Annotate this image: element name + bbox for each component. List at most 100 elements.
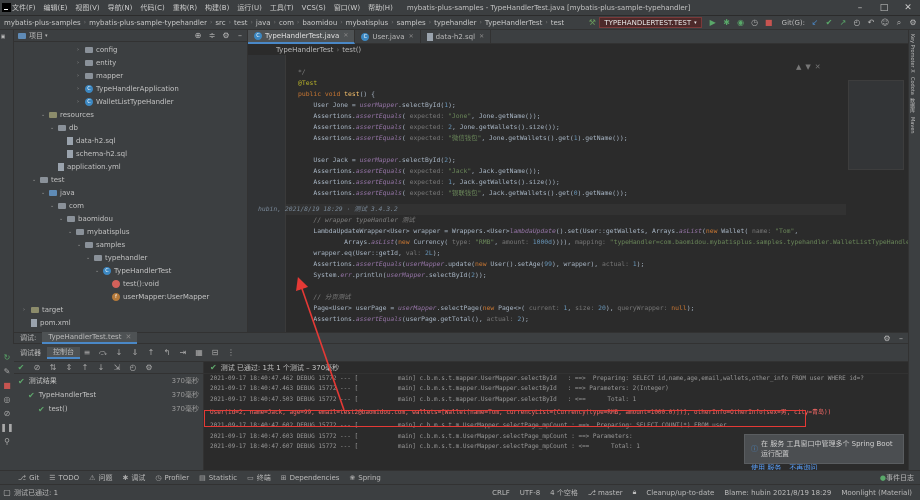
code-line[interactable]: User Jack = userMapper.selectById(2); xyxy=(298,155,455,166)
git-branch-widget[interactable]: master xyxy=(598,489,623,497)
step-over-icon[interactable]: ⤼ xyxy=(96,346,110,360)
close-icon[interactable]: ✕ xyxy=(125,333,131,341)
project-tree-item[interactable]: › mapper xyxy=(14,69,247,82)
test-result-row[interactable]: ✔ 测试结果 370毫秒 xyxy=(14,374,203,388)
project-tree-item[interactable]: data-h2.sql xyxy=(14,134,247,147)
project-tree-item[interactable]: › target xyxy=(14,303,247,316)
tool-window-button[interactable]: ▤ Statistic xyxy=(199,474,237,482)
project-tree-item[interactable]: ⌄ resources xyxy=(14,108,247,121)
code-line[interactable]: // 分页测试 xyxy=(298,292,350,303)
code-line[interactable]: System.err.println(userMapper.selectById… xyxy=(298,270,486,281)
project-stripe-button[interactable]: ▣ xyxy=(0,34,6,40)
close-icon[interactable]: ✕ xyxy=(409,33,414,40)
menu-item[interactable]: 窗口(W) xyxy=(334,3,360,13)
locate-icon[interactable]: ⊕ xyxy=(192,30,204,42)
rollback-icon[interactable]: ↶ xyxy=(865,17,877,29)
project-tree-item[interactable]: ⌄ com xyxy=(14,199,247,212)
code-line[interactable]: LambdaUpdateWrapper<User> wrapper = Wrap… xyxy=(298,226,798,237)
project-tree-item[interactable]: test():void xyxy=(14,277,247,290)
project-tree-item[interactable]: ⌄ db xyxy=(14,121,247,134)
breadcrumb-item[interactable]: com xyxy=(279,19,294,27)
menu-icon[interactable]: ≡ xyxy=(80,346,94,360)
expand-arrow-icon[interactable]: ⌄ xyxy=(86,255,94,261)
menu-item[interactable]: 重构(R) xyxy=(173,3,197,13)
code-line[interactable]: Assertions.assertEquals( expected: "微信钱包… xyxy=(298,133,627,144)
hide-icon[interactable]: – xyxy=(234,30,246,42)
editor-tab[interactable]: C User.java ✕ xyxy=(355,30,421,44)
code-line[interactable]: Page<User> userPage = userMapper.selectP… xyxy=(298,303,694,314)
blame-widget[interactable]: Blame: hubin 2021/8/19 18:29 xyxy=(724,489,831,497)
indent-widget[interactable]: 4 个空格 xyxy=(550,488,578,498)
next-icon[interactable]: ↓ xyxy=(94,361,108,375)
pin-icon[interactable]: ⚲ xyxy=(0,434,14,448)
close-icon[interactable]: ✕ xyxy=(479,33,484,40)
history-icon[interactable]: ◴ xyxy=(126,361,140,375)
expand-arrow-icon[interactable]: › xyxy=(77,86,85,92)
step-into-icon[interactable]: ↓ xyxy=(112,346,126,360)
pause-icon[interactable]: ❚❚ xyxy=(0,420,14,434)
close-icon[interactable]: ✕ xyxy=(343,32,348,39)
code-line[interactable]: // wrapper typeHandler 测试 xyxy=(298,215,414,226)
hide-icon[interactable]: – xyxy=(895,332,907,344)
tool-window-button[interactable]: ▭ 终端 xyxy=(247,473,271,483)
modify-icon[interactable]: ✎ xyxy=(0,364,14,378)
settings-icon[interactable]: ⚙ xyxy=(907,17,919,29)
profile-icon[interactable]: ◷ xyxy=(749,17,761,29)
show-ignored-icon[interactable]: ⊘ xyxy=(30,361,44,375)
menu-item[interactable]: 运行(U) xyxy=(237,3,262,13)
encoding-widget[interactable]: UTF-8 xyxy=(520,489,540,497)
database-stripe-button[interactable]: 数据库 xyxy=(909,98,916,113)
chevron-up-icon[interactable]: ▲ xyxy=(796,63,801,71)
run-icon[interactable]: ▶ xyxy=(707,17,719,29)
menu-item[interactable]: 帮助(H) xyxy=(368,3,393,13)
code-minimap[interactable] xyxy=(848,80,904,170)
expand-icon[interactable]: ⇕ xyxy=(62,361,76,375)
code-line[interactable]: Assertions.assertEquals( expected: "Jone… xyxy=(298,111,540,122)
expand-arrow-icon[interactable]: ⌄ xyxy=(77,242,85,248)
code-line[interactable]: Assertions.assertEquals(userMapper.updat… xyxy=(298,259,644,270)
more-icon[interactable]: ⋮ xyxy=(224,346,238,360)
tool-window-button[interactable]: ✱ 调试 xyxy=(122,473,145,483)
expand-arrow-icon[interactable]: ⌄ xyxy=(50,203,58,209)
force-step-into-icon[interactable]: ⇓ xyxy=(128,346,142,360)
settings-icon[interactable]: ⚙ xyxy=(142,361,156,375)
project-tree-item[interactable]: f userMapper:UserMapper xyxy=(14,290,247,303)
step-out-icon[interactable]: ↑ xyxy=(144,346,158,360)
stop-icon[interactable]: ■ xyxy=(0,378,14,392)
close-button[interactable]: ✕ xyxy=(896,0,920,16)
cleanup-widget[interactable]: Cleanup/up-to-date xyxy=(646,489,714,497)
breadcrumb-item[interactable]: samples xyxy=(397,19,426,27)
status-message[interactable]: 测试已通过: 1 xyxy=(14,488,58,498)
settings-icon[interactable]: ⚙ xyxy=(220,30,232,42)
menu-item[interactable]: 文件(F) xyxy=(12,3,36,13)
breadcrumb-item[interactable]: mybatis-plus-sample-typehandler xyxy=(89,19,207,27)
code-line[interactable]: public void test() { xyxy=(298,89,375,100)
coverage-icon[interactable]: ◉ xyxy=(735,17,747,29)
breadcrumb-item[interactable]: mybatis-plus-samples xyxy=(4,19,81,27)
git-push-icon[interactable]: ↗ xyxy=(837,17,849,29)
debug-icon[interactable]: ✱ xyxy=(721,17,733,29)
code-line[interactable]: @Test xyxy=(298,78,317,89)
expand-arrow-icon[interactable]: ⌄ xyxy=(41,112,49,118)
debug-session-tab[interactable]: TypeHandlerTest.test ✕ xyxy=(42,332,138,344)
project-tree-item[interactable]: pom.xml xyxy=(14,316,247,329)
breadcrumb-class[interactable]: TypeHandlerTest xyxy=(276,46,333,54)
run-to-cursor-icon[interactable]: ⇥ xyxy=(176,346,190,360)
theme-widget[interactable]: Moonlight (Material) xyxy=(841,489,912,497)
tool-window-button[interactable]: ⚠ 问题 xyxy=(89,473,112,483)
expand-arrow-icon[interactable]: ⌄ xyxy=(95,268,103,274)
search-icon[interactable]: ⌕ xyxy=(893,17,905,29)
breadcrumb-item[interactable]: test xyxy=(551,19,564,27)
project-tree-item[interactable]: ⌄ test xyxy=(14,173,247,186)
event-log-button[interactable]: ● 事件日志 xyxy=(880,473,914,483)
expand-arrow-icon[interactable]: › xyxy=(77,47,85,53)
sort-icon[interactable]: ⇅ xyxy=(46,361,60,375)
menu-item[interactable]: 编辑(E) xyxy=(44,3,68,13)
tab-debugger[interactable]: 调试器 xyxy=(14,347,47,359)
tab-console[interactable]: 控制台 xyxy=(47,346,80,359)
menu-item[interactable]: 工具(T) xyxy=(270,3,294,13)
test-result-row[interactable]: ✔ TypeHandlerTest 370毫秒 xyxy=(14,388,203,402)
code-line[interactable]: Assertions.assertEquals( expected: "Jack… xyxy=(298,166,540,177)
breadcrumb-item[interactable]: typehandler xyxy=(434,19,476,27)
project-tree-item[interactable]: › C WalletListTypeHandler xyxy=(14,95,247,108)
